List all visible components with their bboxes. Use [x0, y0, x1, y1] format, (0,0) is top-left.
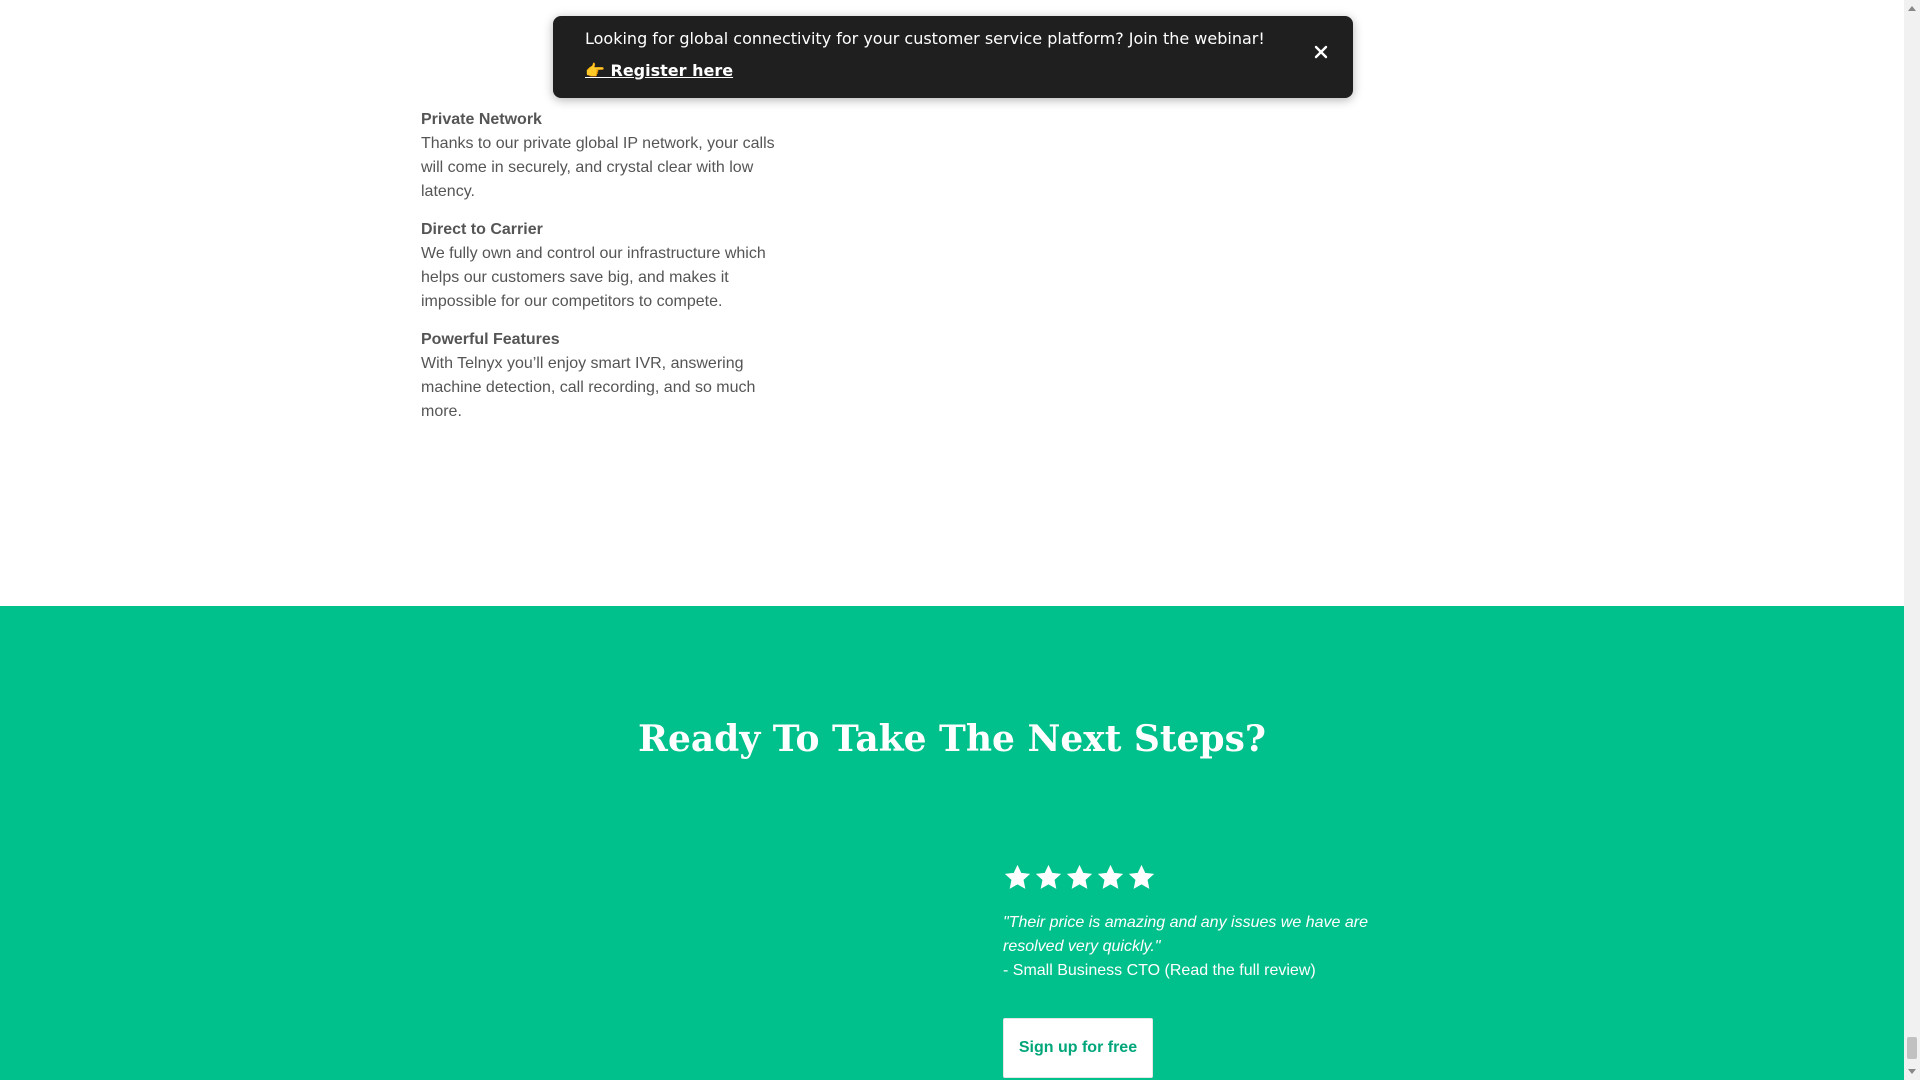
scroll-up-arrow-icon[interactable]: [1904, 0, 1920, 16]
feature-item: Private Network Thanks to our private gl…: [421, 108, 781, 204]
feature-text: With Telnyx you’ll enjoy smart IVR, answ…: [421, 355, 756, 420]
feature-item: Powerful Features With Telnyx you’ll enj…: [421, 328, 781, 424]
star-icon: [1035, 864, 1062, 889]
page: Private Network Thanks to our private gl…: [0, 0, 1904, 1080]
feature-text: Thanks to our private global IP network,…: [421, 135, 775, 200]
cta-title: Ready To Take The Next Steps?: [638, 718, 1266, 760]
review-author: - Small Business CTO (Read the full revi…: [1003, 959, 1423, 983]
star-icon: [1097, 864, 1124, 889]
scroll-down-arrow-icon[interactable]: [1904, 1064, 1920, 1080]
feature-title: Private Network: [421, 111, 542, 128]
close-icon[interactable]: [1313, 44, 1329, 60]
review-block: "Their price is amazing and any issues w…: [1003, 863, 1423, 983]
read-full-review-link[interactable]: (Read the full review): [1165, 962, 1316, 979]
review-quote: "Their price is amazing and any issues w…: [1003, 914, 1368, 955]
scrollbar[interactable]: [1904, 0, 1920, 1080]
features-list: Private Network Thanks to our private gl…: [421, 108, 781, 438]
star-rating: [1003, 863, 1423, 895]
feature-title: Powerful Features: [421, 331, 560, 348]
webinar-banner: Looking for global connectivity for your…: [553, 16, 1353, 98]
scrollbar-thumb[interactable]: [1907, 1037, 1917, 1059]
review-author-name: - Small Business CTO: [1003, 962, 1161, 979]
star-icon: [1128, 864, 1155, 889]
feature-item: Direct to Carrier We fully own and contr…: [421, 218, 781, 314]
banner-message: Looking for global connectivity for your…: [585, 29, 1265, 48]
feature-title: Direct to Carrier: [421, 221, 543, 238]
star-icon: [1066, 864, 1093, 889]
register-link[interactable]: 👉 Register here: [585, 61, 733, 80]
sign-up-button[interactable]: Sign up for free: [1003, 1018, 1153, 1078]
feature-text: We fully own and control our infrastruct…: [421, 245, 766, 310]
star-icon: [1004, 864, 1031, 889]
cta-section: Ready To Take The Next Steps? "Their pri…: [0, 606, 1904, 1080]
